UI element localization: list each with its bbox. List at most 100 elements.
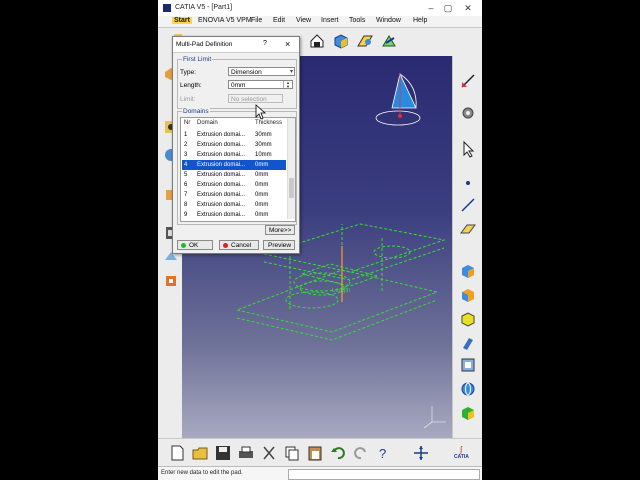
copy-icon[interactable] (283, 444, 301, 462)
pan-view-icon[interactable] (412, 444, 430, 462)
ok-icon (181, 243, 186, 248)
table-scrollbar[interactable] (287, 118, 295, 219)
table-row[interactable]: 2 Extrusion domai... 30mm (182, 140, 286, 150)
menu-view[interactable]: View (296, 17, 311, 24)
status-message: Enter new data to edit the pad. (161, 470, 243, 476)
domains-table[interactable]: Nr Domain Thickness 1 Extrusion domai...… (180, 117, 296, 222)
row-domain: Extrusion domai... (197, 162, 246, 168)
length-input[interactable]: 0mm ▲ ▼ (228, 80, 293, 89)
type-dropdown[interactable]: Dimension ▾ (228, 67, 295, 76)
domains-label: Domains (182, 108, 210, 115)
preview-button-label: Preview (268, 242, 292, 249)
catia-app-icon (163, 4, 171, 12)
menu-window[interactable]: Window (376, 17, 401, 24)
globe-icon[interactable] (459, 380, 477, 398)
publication-icon[interactable] (356, 32, 374, 50)
table-row[interactable]: 6 Extrusion domai... 0mm (182, 180, 286, 190)
hide-show-icon[interactable] (459, 334, 477, 352)
limit-selection-field: No selection (228, 94, 283, 103)
apply-material-icon[interactable] (459, 262, 477, 280)
close-window-button[interactable]: ✕ (461, 2, 475, 14)
menu-edit[interactable]: Edit (273, 17, 285, 24)
sketcher-icon[interactable] (459, 72, 477, 90)
menu-tools[interactable]: Tools (349, 17, 365, 24)
multi-sections-icon[interactable] (162, 272, 180, 290)
undo-icon[interactable] (329, 444, 347, 462)
shading-icon[interactable] (459, 310, 477, 328)
table-row-selected[interactable]: 4 Extrusion domai... 0mm (182, 160, 286, 170)
row-thickness: 0mm (255, 162, 269, 168)
ok-button[interactable]: OK (177, 240, 213, 250)
table-row[interactable]: 7 Extrusion domai... 0mm (182, 190, 286, 200)
print-icon[interactable] (237, 444, 255, 462)
chevron-down-icon: ▾ (289, 69, 293, 75)
table-scrollbar-thumb[interactable] (289, 178, 294, 198)
cancel-button[interactable]: Cancel (219, 240, 259, 250)
dialog-title-bar[interactable]: Multi-Pad Definition ? × (173, 37, 299, 53)
menu-insert[interactable]: Insert (321, 17, 339, 24)
row-nr: 1 (184, 132, 188, 138)
redo-icon[interactable] (352, 444, 370, 462)
save-icon[interactable] (214, 444, 232, 462)
catia-logo-text: CATIA (454, 454, 469, 460)
row-domain: Extrusion domai... (197, 152, 246, 158)
limit-label: Limit: (180, 96, 196, 103)
measure-icon[interactable] (459, 286, 477, 304)
catia-logo-mark: ∫ (460, 445, 463, 454)
cut-icon[interactable] (260, 444, 278, 462)
window-title: CATIA V5 - [Part1] (175, 4, 233, 11)
length-spinner-icon[interactable]: ▲ ▼ (283, 81, 292, 88)
column-header-thickness: Thickness (255, 120, 283, 126)
dialog-help-icon[interactable]: ? (263, 40, 267, 47)
table-row[interactable]: 9 Extrusion domai... 0mm (182, 210, 286, 220)
dialog-close-icon[interactable]: × (285, 39, 290, 49)
minimize-button[interactable]: – (424, 2, 438, 14)
row-thickness: 0mm (255, 172, 269, 178)
menu-bar: Start ENOVIA V5 VPM File Edit View Inser… (158, 16, 482, 28)
row-domain: Extrusion domai... (197, 192, 246, 198)
compass-icon[interactable] (375, 72, 421, 126)
maximize-button[interactable]: ▢ (441, 2, 455, 14)
menu-start[interactable]: Start (172, 17, 192, 24)
table-row[interactable]: 1 Extrusion domai... 30mm (182, 130, 286, 140)
more-button[interactable]: More>> (265, 225, 295, 235)
cancel-icon (223, 243, 228, 248)
type-label: Type: (180, 69, 196, 76)
length-annotation: Length (332, 288, 350, 294)
row-thickness: 10mm (255, 152, 272, 158)
bottom-toolbar: ? CATIA ∫ (158, 438, 482, 467)
save-management-icon[interactable] (308, 32, 326, 50)
cancel-button-label: Cancel (231, 242, 252, 249)
gear-icon[interactable] (459, 104, 477, 122)
plane-icon[interactable] (459, 220, 477, 238)
point-icon[interactable] (459, 174, 477, 192)
table-row[interactable]: 3 Extrusion domai... 10mm (182, 150, 286, 160)
menu-enovia[interactable]: ENOVIA V5 VPM (198, 17, 252, 24)
new-document-icon[interactable] (168, 444, 186, 462)
mouse-cursor-icon (255, 104, 267, 120)
paste-icon[interactable] (306, 444, 324, 462)
row-domain: Extrusion domai... (197, 212, 246, 218)
table-row[interactable]: 5 Extrusion domai... 0mm (182, 170, 286, 180)
select-arrow-icon[interactable] (459, 140, 477, 158)
row-thickness: 0mm (255, 192, 269, 198)
menu-help[interactable]: Help (413, 17, 427, 24)
table-row[interactable]: 8 Extrusion domai... 0mm (182, 200, 286, 210)
render-style-icon[interactable] (459, 404, 477, 422)
open-folder-icon[interactable] (191, 444, 209, 462)
more-button-label: More>> (269, 227, 292, 234)
axis-system-icon[interactable] (380, 32, 398, 50)
part-body-icon[interactable] (332, 32, 350, 50)
preview-button[interactable]: Preview (263, 240, 295, 250)
whats-this-help-icon[interactable]: ? (375, 444, 393, 462)
command-input[interactable] (288, 469, 480, 480)
row-nr: 2 (184, 142, 188, 148)
line-icon[interactable] (459, 196, 477, 214)
row-nr: 4 (184, 162, 188, 168)
row-domain: Extrusion domai... (197, 202, 246, 208)
row-nr: 9 (184, 212, 188, 218)
first-limit-label: First Limit (182, 56, 213, 63)
svg-text:?: ? (379, 446, 386, 461)
menu-file[interactable]: File (251, 17, 262, 24)
swap-visible-icon[interactable] (459, 356, 477, 374)
